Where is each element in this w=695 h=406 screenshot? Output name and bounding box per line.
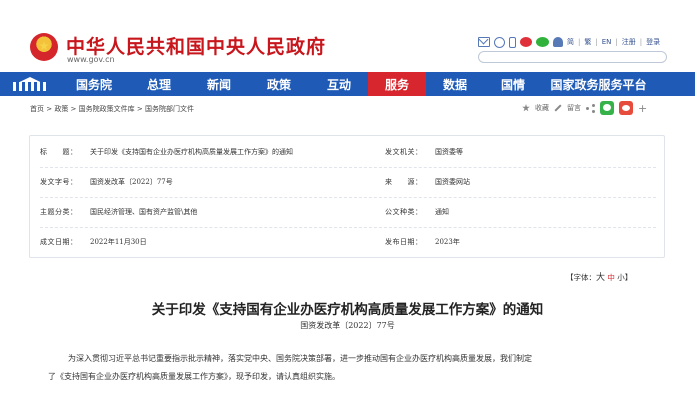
issuer-value: 国资委等 bbox=[435, 148, 463, 156]
article-tools: 收藏 留言 + bbox=[522, 101, 647, 115]
info-row-topic: 主题分类： 国民经济管理、国有资产监管\其他 bbox=[40, 205, 197, 219]
mail-icon[interactable] bbox=[478, 37, 490, 47]
type-label: 公文种类： bbox=[385, 208, 423, 216]
search-input[interactable] bbox=[478, 51, 667, 63]
wechat-icon[interactable] bbox=[536, 37, 549, 47]
font-large-button[interactable]: 大 bbox=[596, 273, 605, 283]
separator: | bbox=[639, 38, 643, 46]
share-icon[interactable] bbox=[586, 103, 595, 113]
article-title: 关于印发《支持国有企业办医疗机构高质量发展工作方案》的通知 bbox=[151, 302, 544, 318]
national-emblem-icon[interactable] bbox=[30, 33, 58, 61]
more-share-icon[interactable]: + bbox=[638, 102, 647, 115]
main-nav: 国务院 总理 新闻 政策 互动 服务 数据 国情 国家政务服务平台 bbox=[0, 72, 695, 96]
source-value: 国资委网站 bbox=[435, 178, 470, 186]
nav-item-news[interactable]: 新闻 bbox=[190, 72, 248, 96]
pen-icon[interactable] bbox=[554, 104, 562, 112]
site-header: 中华人民共和国中央人民政府 www.gov.cn 简 | 繁 | EN | 注册… bbox=[0, 0, 695, 72]
tiananmen-icon bbox=[13, 77, 47, 91]
nav-item-data[interactable]: 数据 bbox=[426, 72, 484, 96]
nav-item-policy[interactable]: 政策 bbox=[248, 72, 310, 96]
info-row-published: 发布日期： 2023年 bbox=[385, 235, 460, 249]
font-size-control: 【字体：大 中 小】 bbox=[566, 270, 632, 283]
document-number: 国资发改革〔2022〕77号 bbox=[300, 321, 395, 330]
nav-item-premier[interactable]: 总理 bbox=[128, 72, 190, 96]
nav-item-services[interactable]: 服务 bbox=[368, 72, 426, 96]
info-row-created: 成文日期： 2022年11月30日 bbox=[40, 235, 147, 249]
breadcrumb[interactable]: 首页 > 政策 > 国务院政策文件库 > 国务院部门文件 bbox=[30, 104, 194, 114]
top-links: 简 | 繁 | EN | 注册 | 登录 bbox=[478, 36, 660, 48]
docno-value: 国资发改革〔2022〕77号 bbox=[90, 178, 173, 186]
nav-item-state-council[interactable]: 国务院 bbox=[60, 72, 128, 96]
issuer-label: 发文机关： bbox=[385, 148, 423, 156]
font-control-suffix: 】 bbox=[624, 273, 633, 282]
created-label: 成文日期： bbox=[40, 238, 78, 246]
info-row-source: 来 源： 国资委网站 bbox=[385, 175, 470, 189]
nav-item-service-platform[interactable]: 国家政务服务平台 bbox=[542, 72, 655, 96]
register-link[interactable]: 注册 bbox=[622, 37, 636, 47]
document-info-box: 标 题： 关于印发《支持国有企业办医疗机构高质量发展工作方案》的通知 发文机关：… bbox=[29, 135, 665, 258]
title-label: 标 题： bbox=[40, 148, 78, 156]
favorite-link[interactable]: 收藏 bbox=[535, 103, 549, 113]
nav-home[interactable] bbox=[0, 72, 60, 96]
divider bbox=[40, 197, 656, 198]
topic-value: 国民经济管理、国有资产监管\其他 bbox=[90, 208, 198, 216]
separator: | bbox=[578, 38, 581, 46]
simplified-link[interactable]: 简 bbox=[567, 37, 574, 47]
site-url[interactable]: www.gov.cn bbox=[67, 55, 115, 64]
nav-item-national-info[interactable]: 国情 bbox=[484, 72, 542, 96]
star-icon[interactable] bbox=[522, 104, 530, 112]
created-value: 2022年11月30日 bbox=[90, 238, 147, 246]
font-small-button[interactable]: 小 bbox=[617, 273, 625, 282]
comment-link[interactable]: 留言 bbox=[567, 103, 581, 113]
weibo-share-icon[interactable] bbox=[619, 101, 633, 115]
body-line: 了《支持国有企业办医疗机构高质量发展工作方案》，现予印发，请认真组织实施。 bbox=[48, 372, 340, 381]
body-line: 为深入贯彻习近平总书记重要指示批示精神，落实党中央、国务院决策部署，进一步推动国… bbox=[68, 354, 532, 363]
separator: | bbox=[615, 38, 618, 46]
info-row-docno: 发文字号： 国资发改革〔2022〕77号 bbox=[40, 175, 173, 189]
info-row-title: 标 题： 关于印发《支持国有企业办医疗机构高质量发展工作方案》的通知 bbox=[40, 145, 293, 159]
font-control-prefix: 【字体： bbox=[566, 273, 596, 282]
divider bbox=[40, 227, 656, 228]
separator: | bbox=[595, 38, 598, 46]
info-row-type: 公文种类： 通知 bbox=[385, 205, 449, 219]
login-link[interactable]: 登录 bbox=[646, 37, 660, 47]
wechat-share-icon[interactable] bbox=[600, 101, 614, 115]
published-value: 2023年 bbox=[435, 238, 460, 246]
font-medium-button[interactable]: 中 bbox=[607, 273, 615, 282]
published-label: 发布日期： bbox=[385, 238, 423, 246]
nav-item-interaction[interactable]: 互动 bbox=[310, 72, 368, 96]
docno-label: 发文字号： bbox=[40, 178, 78, 186]
title-value: 关于印发《支持国有企业办医疗机构高质量发展工作方案》的通知 bbox=[90, 148, 293, 156]
article-body: 为深入贯彻习近平总书记重要指示批示精神，落实党中央、国务院决策部署，进一步推动国… bbox=[48, 350, 662, 386]
user-icon[interactable] bbox=[553, 37, 563, 47]
divider bbox=[40, 167, 656, 168]
source-label: 来 源： bbox=[385, 178, 423, 186]
weibo-icon[interactable] bbox=[520, 37, 532, 47]
topic-label: 主题分类： bbox=[40, 208, 78, 216]
accessibility-icon[interactable] bbox=[494, 36, 505, 48]
info-row-issuer: 发文机关： 国资委等 bbox=[385, 145, 463, 159]
type-value: 通知 bbox=[435, 208, 449, 216]
traditional-link[interactable]: 繁 bbox=[584, 37, 591, 47]
mobile-icon[interactable] bbox=[509, 36, 516, 48]
english-link[interactable]: EN bbox=[602, 38, 612, 46]
